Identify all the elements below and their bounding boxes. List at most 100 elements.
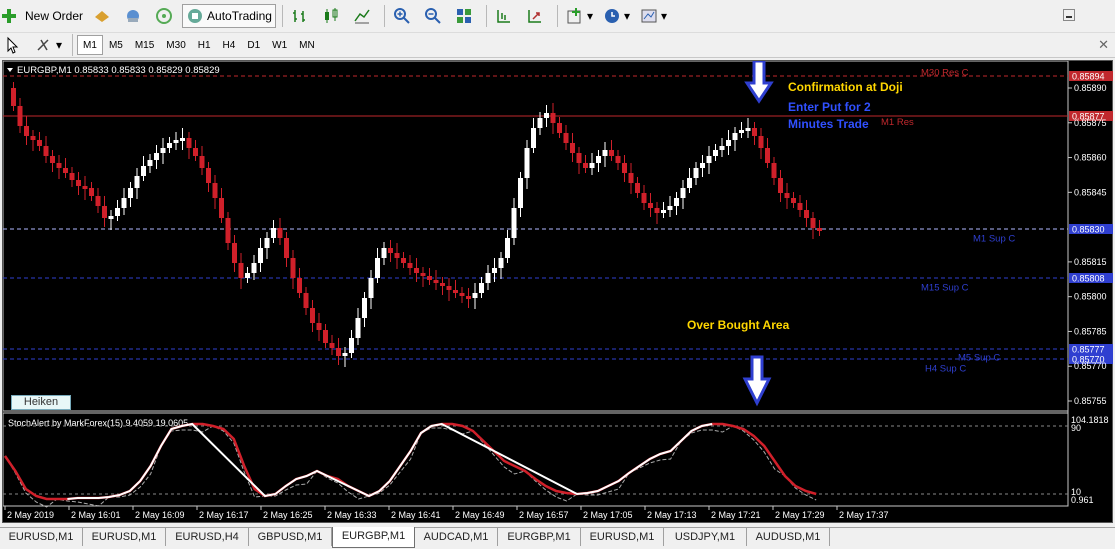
price-tick-label: 0.85800 bbox=[1074, 292, 1107, 302]
candle-body bbox=[401, 258, 406, 263]
periods-button[interactable]: ▾ bbox=[599, 4, 634, 28]
price-tick-label: 0.85770 bbox=[1074, 361, 1107, 371]
candle-body bbox=[329, 343, 335, 348]
time-tick-label: 2 May 16:33 bbox=[327, 510, 377, 520]
tab-chart[interactable]: GBPUSD,M1 bbox=[249, 528, 332, 546]
candle-body bbox=[37, 140, 42, 146]
chart-window[interactable]: EURGBP,M1 0.85833 0.85833 0.85829 0.8582… bbox=[2, 60, 1113, 523]
cursor-button[interactable] bbox=[0, 33, 29, 57]
timeframe-d1[interactable]: D1 bbox=[241, 35, 266, 55]
tab-chart[interactable]: AUDCAD,M1 bbox=[415, 528, 498, 546]
candle-body bbox=[485, 273, 491, 283]
price-tick-label: 0.85755 bbox=[1074, 396, 1107, 406]
metaeditor-button[interactable] bbox=[89, 4, 118, 28]
candle-chart-button[interactable] bbox=[318, 4, 347, 28]
bar-chart-button[interactable] bbox=[287, 4, 316, 28]
candle-body bbox=[186, 138, 192, 148]
tab-chart-active[interactable]: EURGBP,M1 bbox=[332, 527, 415, 548]
stoch-bottom-label: 0.961 bbox=[1071, 495, 1094, 505]
new-order-button[interactable]: New Order bbox=[0, 4, 87, 28]
tile-windows-button[interactable] bbox=[451, 4, 480, 28]
timeframe-h1[interactable]: H1 bbox=[192, 35, 217, 55]
candle-body bbox=[290, 258, 296, 278]
candle-body bbox=[511, 208, 517, 238]
candle-body bbox=[284, 238, 289, 258]
candle-body bbox=[89, 188, 94, 196]
indicators-button[interactable]: ▾ bbox=[562, 4, 597, 28]
bar-chart-icon bbox=[291, 7, 309, 25]
timeframe-m30[interactable]: M30 bbox=[160, 35, 191, 55]
candle-body bbox=[342, 353, 348, 356]
zoom-out-button[interactable] bbox=[420, 4, 449, 28]
candle-body bbox=[336, 348, 341, 356]
timeframe-m1[interactable]: M1 bbox=[77, 35, 103, 55]
tab-chart[interactable]: USDJPY,M1 bbox=[664, 528, 747, 546]
chart-menu-arrow-icon[interactable] bbox=[7, 68, 13, 72]
candle-body bbox=[758, 136, 764, 148]
candle-body bbox=[173, 140, 179, 143]
candle-body bbox=[492, 268, 497, 273]
timeframe-w1[interactable]: W1 bbox=[266, 35, 293, 55]
candle-body bbox=[50, 156, 55, 163]
candle-body bbox=[102, 206, 107, 218]
annotation-confirmation: Confirmation at Doji bbox=[788, 80, 903, 94]
candle-body bbox=[219, 198, 224, 218]
time-tick-label: 2 May 17:29 bbox=[775, 510, 825, 520]
zoom-in-button[interactable] bbox=[389, 4, 418, 28]
candle-body bbox=[407, 263, 413, 268]
line-studies-button[interactable]: ▾ bbox=[31, 33, 66, 57]
candle-body bbox=[30, 136, 36, 140]
time-tick-label: 2 May 16:25 bbox=[263, 510, 313, 520]
price-tick-label: 0.85875 bbox=[1074, 118, 1107, 128]
price-tick-label: 0.85815 bbox=[1074, 257, 1107, 267]
community-button[interactable] bbox=[120, 4, 149, 28]
tab-chart[interactable]: EURUSD,H4 bbox=[166, 528, 249, 546]
candle-body bbox=[563, 133, 569, 143]
time-tick-label: 2 May 16:49 bbox=[455, 510, 505, 520]
candle-body bbox=[778, 178, 783, 193]
minimize-icon[interactable] bbox=[1063, 9, 1075, 21]
tab-chart[interactable]: AUDUSD,M1 bbox=[747, 528, 830, 546]
chart-shift-button[interactable] bbox=[491, 4, 520, 28]
candle-body bbox=[732, 133, 738, 140]
toolbar-separator bbox=[485, 5, 487, 27]
line-chart-icon bbox=[353, 7, 371, 25]
tab-chart[interactable]: EURGBP,M1 bbox=[498, 528, 581, 546]
candle-body bbox=[69, 173, 75, 180]
candle-body bbox=[745, 128, 751, 131]
line-chart-button[interactable] bbox=[349, 4, 378, 28]
candle-body bbox=[570, 143, 575, 153]
signals-button[interactable] bbox=[151, 4, 180, 28]
candle-body bbox=[108, 216, 114, 219]
templates-button[interactable]: ▾ bbox=[636, 4, 671, 28]
autoscroll-button[interactable] bbox=[522, 4, 551, 28]
candle-body bbox=[628, 173, 634, 183]
tab-chart[interactable]: EURUSD,M1 bbox=[581, 528, 664, 546]
new-order-icon bbox=[2, 7, 22, 25]
candle-body bbox=[277, 228, 283, 238]
candle-body bbox=[537, 118, 543, 128]
autotrading-button[interactable]: AutoTrading bbox=[182, 4, 276, 28]
autotrading-icon bbox=[186, 7, 204, 25]
timeframe-h4[interactable]: H4 bbox=[217, 35, 242, 55]
tab-chart[interactable]: EURUSD,M1 bbox=[0, 528, 83, 546]
candle-body bbox=[323, 330, 328, 343]
price-chart[interactable]: EURGBP,M1 0.85833 0.85833 0.85829 0.8582… bbox=[3, 61, 1114, 524]
timeframe-m5[interactable]: M5 bbox=[103, 35, 129, 55]
tab-chart[interactable]: EURUSD,M1 bbox=[83, 528, 166, 546]
close-icon[interactable]: ✕ bbox=[1098, 37, 1109, 53]
candle-body bbox=[141, 166, 146, 176]
timeframe-list: M1 M5 M15 M30 H1 H4 D1 W1 MN bbox=[77, 35, 321, 55]
candle-body bbox=[531, 128, 536, 148]
heiken-button[interactable]: Heiken bbox=[11, 395, 71, 410]
chart-tabs: EURUSD,M1 EURUSD,M1 EURUSD,H4 GBPUSD,M1 … bbox=[0, 527, 1115, 549]
candle-body bbox=[453, 290, 458, 293]
timeframe-mn[interactable]: MN bbox=[293, 35, 321, 55]
time-tick-label: 2 May 16:41 bbox=[391, 510, 441, 520]
candle-body bbox=[349, 338, 354, 353]
zoom-out-icon bbox=[424, 7, 442, 25]
candlestick-icon bbox=[322, 7, 340, 25]
timeframe-m15[interactable]: M15 bbox=[129, 35, 160, 55]
candle-body bbox=[381, 248, 387, 258]
candle-body bbox=[797, 203, 803, 210]
